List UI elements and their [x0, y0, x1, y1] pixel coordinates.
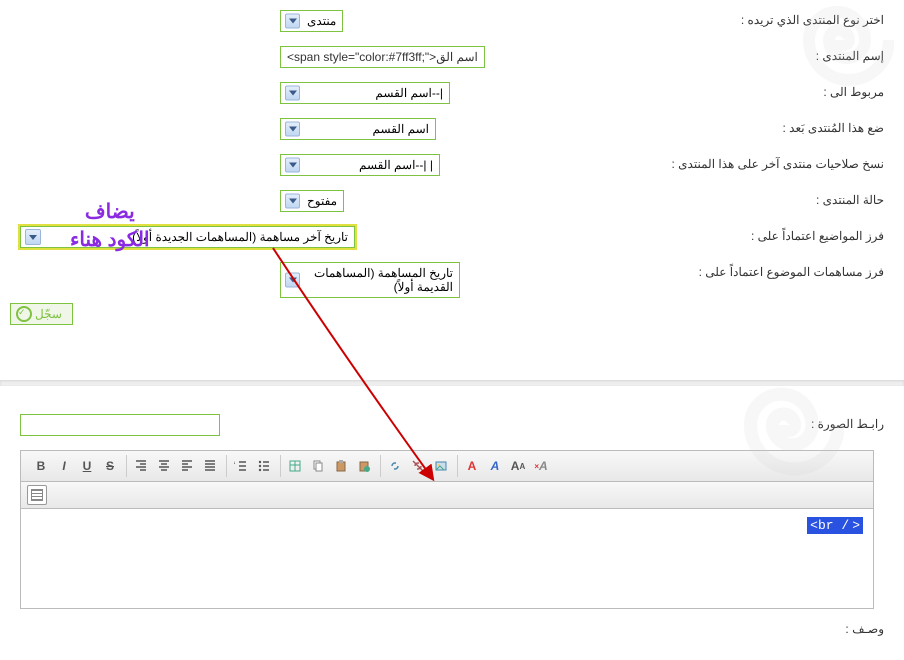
- linked-to-select[interactable]: |--اسم القسم: [280, 82, 450, 104]
- annotation-text: يضافالكود هناء: [70, 198, 150, 254]
- underline-button[interactable]: U: [76, 455, 98, 477]
- align-center-button[interactable]: [153, 455, 175, 477]
- copy-perms-select[interactable]: | |--اسم القسم: [280, 154, 440, 176]
- place-after-select[interactable]: اسم القسم: [280, 118, 436, 140]
- chevron-down-icon: [285, 194, 300, 209]
- label-sort-posts: فرز مساهمات الموضوع اعتماداً على :: [644, 262, 884, 279]
- chevron-down-icon: [285, 86, 300, 101]
- label-image-link: رابـط الصورة :: [644, 414, 884, 431]
- label-sort-topics: فرز المواضيع اعتماداً على :: [644, 226, 884, 243]
- forum-type-select[interactable]: منتدى: [280, 10, 343, 32]
- italic-button[interactable]: I: [53, 455, 75, 477]
- strike-button[interactable]: S: [99, 455, 121, 477]
- save-label: سجّل: [35, 307, 62, 321]
- source-button[interactable]: [27, 485, 47, 505]
- rich-text-editor: B I U S 1: [20, 450, 874, 609]
- font-color-button[interactable]: A: [461, 455, 483, 477]
- chevron-down-icon: [285, 158, 300, 173]
- paste-button[interactable]: [330, 455, 352, 477]
- chevron-down-icon: [285, 273, 300, 288]
- linked-to-value: |--اسم القسم: [375, 86, 443, 100]
- editor-source-bar: [20, 482, 874, 509]
- label-forum-type: اختر نوع المنتدى الذي تريده :: [644, 10, 884, 27]
- editor-content[interactable]: <br />: [20, 509, 874, 609]
- chevron-down-icon: [285, 14, 300, 29]
- sort-topics-value: تاريخ آخر مساهمة (المساهمات الجديدة أولا…: [132, 230, 348, 244]
- forum-state-value: مفتوح: [307, 194, 337, 208]
- font-size-button[interactable]: AA: [507, 455, 529, 477]
- place-after-value: اسم القسم: [373, 122, 429, 136]
- copy-perms-value: | |--اسم القسم: [359, 158, 433, 172]
- save-button[interactable]: سجّل: [10, 303, 73, 325]
- image-description-form: رابـط الصورة : B I U S 1: [0, 404, 904, 660]
- label-description: وصـف :: [644, 619, 884, 636]
- unlink-button[interactable]: [407, 455, 429, 477]
- label-forum-state: حالة المنتدى :: [644, 190, 884, 207]
- image-link-input[interactable]: [20, 414, 220, 436]
- html-snippet: <br /: [807, 517, 852, 534]
- forum-name-input[interactable]: [280, 46, 485, 68]
- forum-type-value: منتدى: [307, 14, 336, 28]
- unordered-list-button[interactable]: [253, 455, 275, 477]
- chevron-down-icon: [285, 122, 300, 137]
- label-linked-to: مربوط الى :: [644, 82, 884, 99]
- chevron-down-icon: [25, 229, 41, 245]
- remove-format-button[interactable]: A×: [530, 455, 552, 477]
- table-button[interactable]: [284, 455, 306, 477]
- forum-settings-form: اختر نوع المنتدى الذي تريده : منتدى إسم …: [0, 0, 904, 322]
- align-right-button[interactable]: [130, 455, 152, 477]
- svg-text:1: 1: [234, 460, 236, 465]
- section-divider: [0, 380, 904, 386]
- forum-state-select[interactable]: مفتوح: [280, 190, 344, 212]
- copy-button[interactable]: [307, 455, 329, 477]
- editor-toolbar: B I U S 1: [20, 450, 874, 482]
- bold-button[interactable]: B: [30, 455, 52, 477]
- sort-posts-select[interactable]: تاريخ المساهمة (المساهمات القديمة أولاً): [280, 262, 460, 298]
- image-button[interactable]: [430, 455, 452, 477]
- label-place-after: ضع هذا المُنتدى بَعد :: [644, 118, 884, 135]
- align-left-button[interactable]: [176, 455, 198, 477]
- label-copy-perms: نسخ صلاحيات منتدى آخر على هذا المنتدى :: [644, 154, 884, 171]
- link-button[interactable]: [384, 455, 406, 477]
- paste-special-button[interactable]: [353, 455, 375, 477]
- label-forum-name: إسم المنتدى :: [644, 46, 884, 63]
- ordered-list-button[interactable]: 1: [230, 455, 252, 477]
- justify-button[interactable]: [199, 455, 221, 477]
- font-button[interactable]: A: [484, 455, 506, 477]
- sort-posts-value: تاريخ المساهمة (المساهمات القديمة أولاً): [314, 266, 453, 294]
